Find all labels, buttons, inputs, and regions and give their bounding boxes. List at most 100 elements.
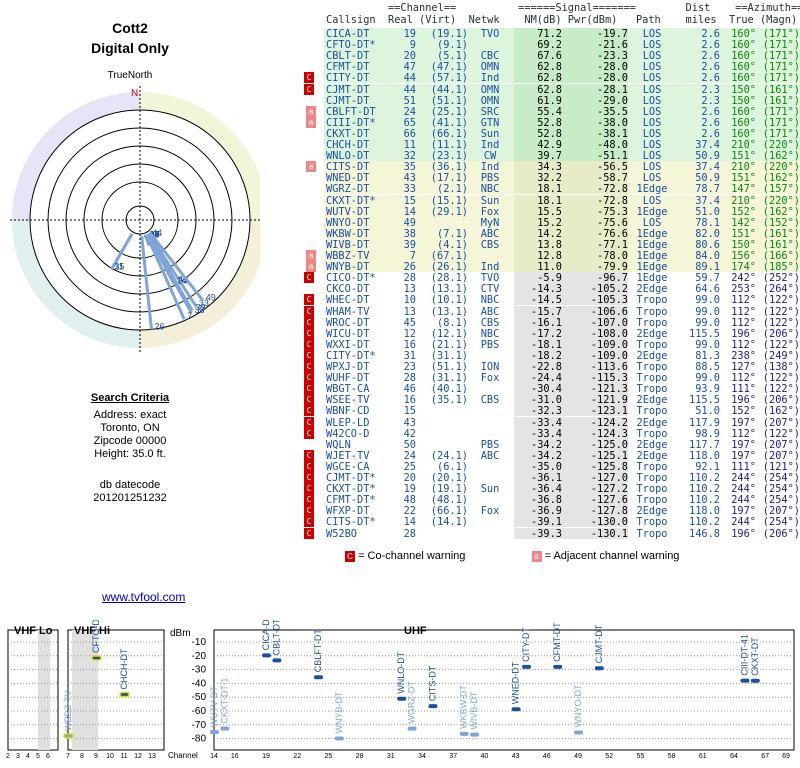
dbm-axis-label: dBm [170,628,191,639]
search-zip: Zipcode 00000 [93,435,167,447]
x-tick-label: 14 [210,753,218,760]
db-label: db datecode [99,479,161,491]
signal-bar [574,730,583,735]
x-tick-label: 61 [699,753,707,760]
table-group-header: ==Channel== ======Signal======= Dist ==A… [326,2,800,14]
adjacent-channel-warning-icon: a [306,116,316,128]
signal-bar [594,666,604,671]
co-channel-warning-icon: C [304,449,314,461]
spectrum-chart: -10-20-30-40-50-60-70-80VHF Lo VHF Hi UHFd… [6,620,795,760]
location-name: Cott2 [112,20,148,36]
signal-bar [91,655,102,661]
cell-mag: (206°) [762,527,800,540]
co-channel-warning-icon: C [304,272,314,284]
co-channel-warning-icon: C [304,338,314,350]
signal-bar [459,731,469,736]
co-channel-warning-icon: C [304,394,314,406]
co-channel-warning-icon: C [304,505,314,517]
signal-bar-label: WNED-DT [511,661,521,704]
y-tick-label: -60 [192,706,207,717]
table-column-header: Callsign Real (Virt) Netwk NM(dB) Pwr(dB… [326,14,798,26]
co-channel-warning-icon: C [304,483,314,495]
x-tick-label: 2 [6,753,10,760]
adjacent-channel-text: = Adjacent channel warning [544,550,680,562]
co-channel-warning-icon: C [304,516,314,528]
tvfool-link[interactable]: www.tvfool.com [102,590,185,604]
cell-net [472,528,508,540]
signal-bar [750,678,760,683]
station-channel-label: 7 [187,311,192,321]
cell-pwr: -130.1 [590,527,628,540]
adjacent-channel-warning-icon: a [306,250,316,261]
signal-bar-label: CFMT-DT [552,622,562,662]
signal-bar [740,678,750,683]
co-channel-warning-icon: C [304,460,314,472]
x-tick-label: 31 [387,753,395,760]
co-channel-warning-icon: C [304,327,314,339]
x-tick-label: 10 [106,753,114,760]
x-tick-label: 11 [120,753,127,760]
signal-bar [262,653,271,658]
signal-bar-label: CBLFT-DT [313,629,323,673]
table-row: C W52BO 28 -39.3 -130.1 Tropo 146.8 196° (206°) [296,527,800,540]
cell-cs[interactable]: W52BO [326,528,392,540]
band-label: VHF Lo [14,625,53,637]
signal-bar-label: WNYO-DT [573,684,583,727]
signal-bar [119,691,130,698]
cell-az: 196° [731,527,756,540]
co-channel-warning-icon: C [304,316,314,328]
station-channel-label: 39 [195,303,205,313]
signal-bar [553,664,563,669]
north-marker: N [131,88,138,99]
search-criteria: Search Criteria Address: exact Toronto, … [0,392,260,505]
signal-bar [272,658,282,663]
cell-path: Tropo [636,527,668,540]
signal-bar [522,664,531,669]
adjacent-channel-mark: a [531,550,542,562]
signal-bar [334,736,344,741]
x-tick-label: 34 [418,753,426,760]
vhf-lo-panel [7,629,59,751]
x-tick-label: 12 [134,753,142,760]
y-tick-label: -30 [192,665,207,676]
signal-bar-label: WBBZ-TV [63,690,73,731]
cell-nm: -39.3 [531,527,562,540]
signal-bar [314,675,323,680]
search-address: Address: exact [93,409,167,421]
signal-bar [63,733,74,739]
x-tick-label: 5 [36,753,40,760]
search-city: Toronto, ON [100,422,160,434]
channel-axis-label: Channel [168,751,198,760]
co-channel-warning-icon: C [304,349,314,361]
signal-bar-label: CBLT-DT [271,620,281,655]
x-tick-label: 46 [543,753,551,760]
co-channel-warning-icon: C [304,416,314,428]
co-channel-warning-icon: C [304,383,314,395]
signal-bar-label: CJMT-DT [594,624,604,663]
band-label: UHF [404,625,427,637]
y-tick-label: -80 [192,734,207,745]
x-tick-label: 37 [449,753,457,760]
co-channel-warning-icon: C [304,83,314,95]
signal-bar-label: CITS-DT [427,665,437,701]
signal-bar-label: CKXT-DT-1 [219,678,229,724]
signal-bar [428,704,438,709]
signal-bar-label: WNYB-DT [334,691,344,733]
signal-bar [511,707,521,712]
station-channel-label: 35 [114,261,124,271]
signal-bar [210,730,219,735]
signal-bar [220,726,230,731]
x-tick-label: 22 [293,753,301,760]
co-channel-warning-icon: C [304,372,314,384]
co-channel-mark: C [345,550,355,562]
co-channel-warning-icon: C [304,361,314,372]
co-channel-warning-icon: C [304,405,314,417]
x-tick-label: 13 [148,753,156,760]
cell-dist: 146.8 [689,527,720,540]
x-tick-label: 25 [325,753,333,760]
signal-bar-label: WGRZ-DT [407,681,417,724]
polar-plot: N 199204744442466113235433314493839726 [10,86,260,354]
cell-ch: 28 [403,527,416,540]
x-tick-label: 9 [94,753,98,760]
adjacent-channel-warning-icon: a [306,161,316,173]
